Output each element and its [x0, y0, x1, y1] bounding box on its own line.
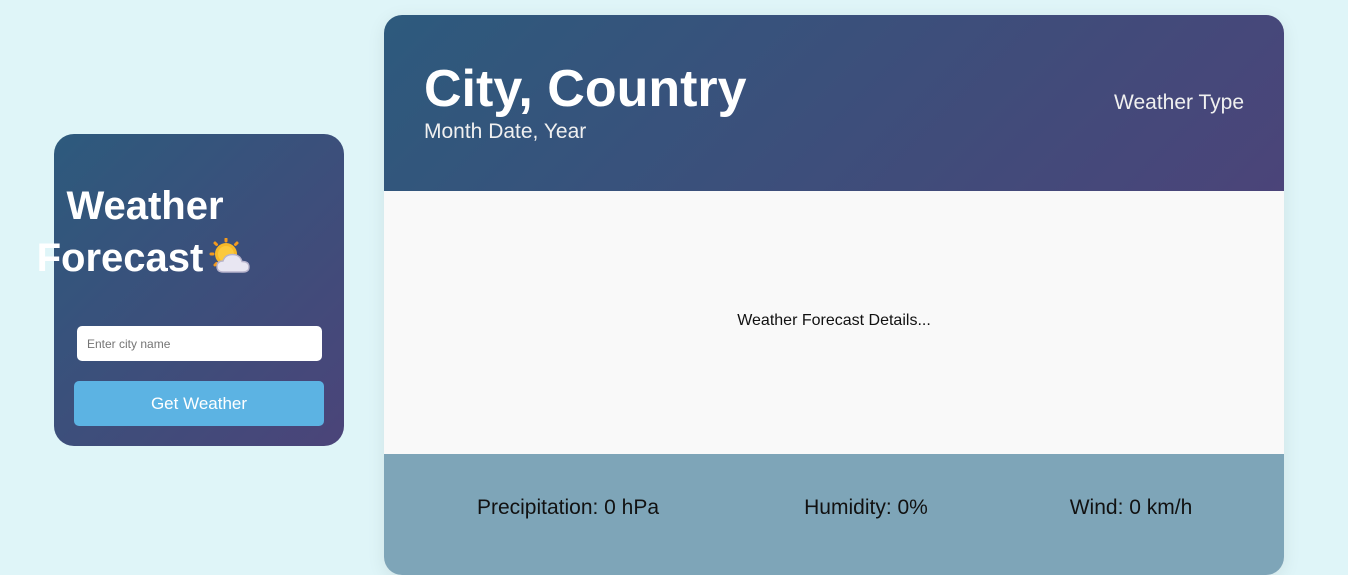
app-title: Weather Forecast [0, 180, 345, 284]
wind-stat: Wind: 0 km/h [1069, 496, 1193, 519]
app-title-line2-wrap: Forecast [0, 232, 345, 284]
weather-header: City, Country Month Date, Year Weather T… [384, 15, 1284, 191]
weather-details-area: Weather Forecast Details... [384, 191, 1284, 454]
city-search-input[interactable] [77, 326, 322, 361]
get-weather-button[interactable]: Get Weather [74, 381, 324, 426]
weather-type-label: Weather Type [1114, 91, 1244, 114]
sun-behind-cloud-icon [209, 237, 253, 275]
app-title-line1: Weather [66, 184, 224, 228]
precipitation-stat: Precipitation: 0 hPa [476, 496, 660, 519]
date-label: Month Date, Year [424, 120, 587, 143]
weather-stats-bar: Precipitation: 0 hPa Humidity: 0% Wind: … [384, 454, 1284, 575]
location-title: City, Country [424, 60, 747, 118]
humidity-stat: Humidity: 0% [804, 496, 928, 519]
weather-panel: City, Country Month Date, Year Weather T… [384, 15, 1284, 575]
weather-details-text: Weather Forecast Details... [737, 312, 931, 329]
app-title-line2: Forecast [36, 236, 204, 280]
